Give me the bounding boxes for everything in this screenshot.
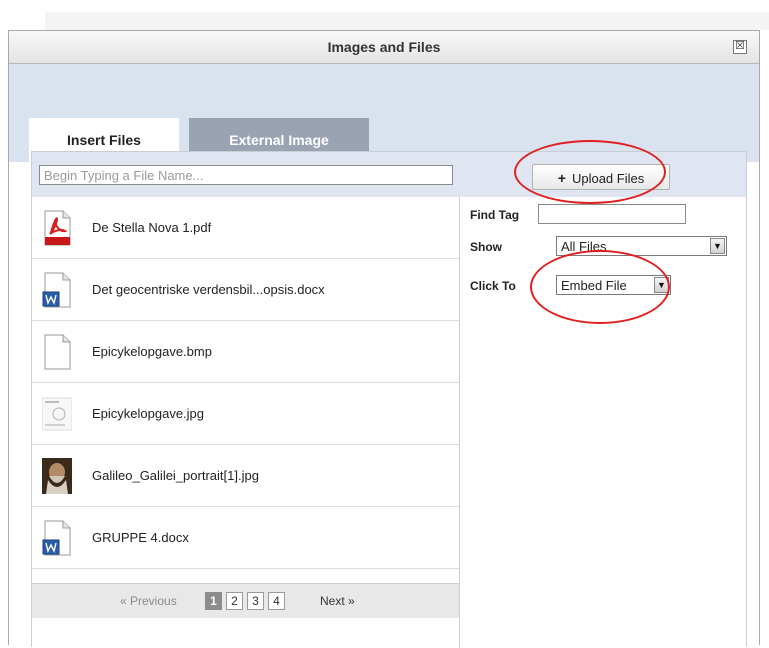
file-name: Galileo_Galilei_portrait[1].jpg [92, 468, 259, 483]
file-name: Det geocentriske verdensbil...opsis.docx [92, 282, 325, 297]
panel-divider [459, 197, 460, 648]
file-name: Epicykelopgave.jpg [92, 406, 205, 421]
show-select[interactable]: All Files ▼ [556, 236, 727, 256]
search-row: + Upload Files [32, 152, 746, 197]
page-2-button[interactable]: 2 [226, 592, 243, 610]
chevron-down-icon: ▼ [654, 277, 669, 293]
next-page-link[interactable]: Next » [320, 594, 355, 608]
pagination: « Previous 1 2 3 4 Next » [32, 583, 459, 618]
word-doc-icon [42, 520, 71, 556]
show-select-value: All Files [561, 239, 607, 254]
dialog-title: Images and Files [327, 39, 441, 55]
file-row[interactable]: Galileo_Galilei_portrait[1].jpg [32, 445, 459, 507]
background-strip [45, 12, 769, 30]
word-doc-icon [42, 272, 71, 308]
find-tag-label: Find Tag [470, 208, 520, 222]
file-row[interactable]: GRUPPE 4.docx [32, 507, 459, 569]
click-to-label: Click To [470, 279, 516, 293]
images-and-files-dialog: Images and Files ☒ Insert Files External… [8, 30, 760, 648]
click-to-select[interactable]: Embed File ▼ [556, 275, 671, 295]
insert-files-panel: + Upload Files De Stella Nova 1.pdf [31, 151, 747, 648]
image-thumbnail-icon [42, 397, 72, 431]
file-row[interactable]: Epicykelopgave.jpg [32, 383, 459, 445]
file-name: Epicykelopgave.bmp [92, 344, 212, 359]
page-4-button[interactable]: 4 [268, 592, 285, 610]
blank-file-icon [44, 334, 71, 370]
upload-files-label: Upload Files [571, 171, 645, 186]
page-1-button[interactable]: 1 [205, 592, 222, 610]
upload-files-button[interactable]: + Upload Files [532, 164, 670, 190]
tab-strip: Insert Files External Image [9, 64, 759, 162]
previous-page-link[interactable]: « Previous [120, 594, 177, 608]
file-name: GRUPPE 4.docx [92, 530, 189, 545]
file-row[interactable]: Epicykelopgave.bmp [32, 321, 459, 383]
dialog-titlebar: Images and Files ☒ [9, 31, 759, 64]
page-3-button[interactable]: 3 [247, 592, 264, 610]
close-button[interactable]: ☒ [733, 40, 747, 54]
file-row[interactable]: De Stella Nova 1.pdf [32, 197, 459, 259]
file-name-search-input[interactable] [39, 165, 453, 185]
file-row[interactable]: Det geocentriske verdensbil...opsis.docx [32, 259, 459, 321]
click-to-select-value: Embed File [561, 278, 627, 293]
find-tag-input[interactable] [538, 204, 686, 224]
file-name: De Stella Nova 1.pdf [92, 220, 212, 235]
portrait-thumbnail-icon [42, 458, 72, 494]
show-label: Show [470, 240, 502, 254]
close-icon: ☒ [735, 40, 745, 52]
chevron-down-icon: ▼ [710, 238, 725, 254]
pdf-file-icon [44, 210, 71, 246]
plus-icon: + [557, 170, 566, 186]
